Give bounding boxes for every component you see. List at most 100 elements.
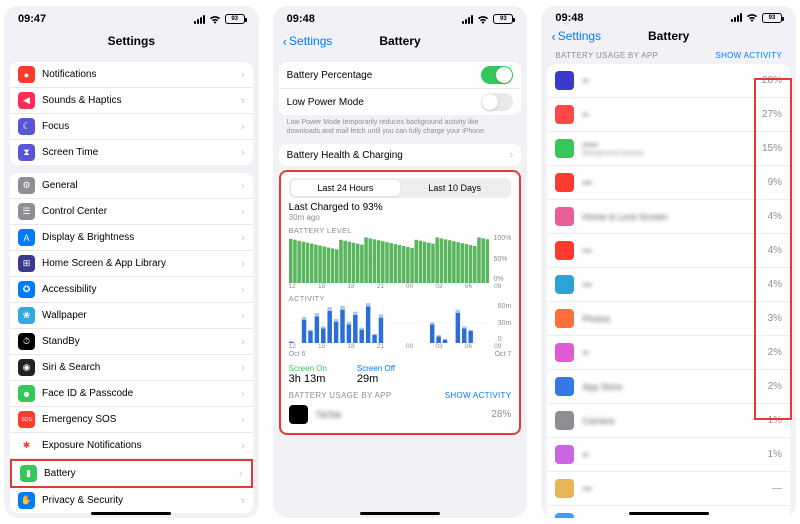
app-percent: 2% (768, 381, 782, 392)
settings-row[interactable]: ✱Exposure Notifications› (10, 433, 253, 459)
screen-off-summary: Screen Off 29m (357, 364, 395, 385)
app-usage-row[interactable]: •••9% (547, 166, 790, 200)
app-percent: 2% (768, 347, 782, 358)
app-icon (555, 479, 574, 498)
app-label: ••• (582, 484, 772, 494)
battery-health-row[interactable]: Battery Health & Charging › (279, 144, 522, 166)
usage-header: BATTERY USAGE BY APP (555, 51, 658, 60)
page-title: Battery (648, 29, 689, 43)
battery-percentage-row[interactable]: Battery Percentage (279, 62, 522, 89)
settings-row[interactable]: SOSEmergency SOS› (10, 407, 253, 433)
chevron-right-icon: › (241, 147, 245, 159)
app-label: ••• (582, 178, 767, 188)
nav-bar: ‹Settings Battery (541, 25, 796, 47)
low-power-row[interactable]: Low Power Mode (279, 89, 522, 115)
chevron-right-icon: › (241, 362, 245, 374)
chevron-right-icon: › (241, 121, 245, 133)
row-icon: ● (18, 66, 35, 83)
back-button[interactable]: ‹Settings (551, 29, 601, 44)
row-icon: ◉ (18, 359, 35, 376)
activity-chart (289, 303, 494, 343)
app-percent: 9% (768, 177, 782, 188)
chevron-right-icon: › (241, 284, 245, 296)
app-percent: — (772, 483, 782, 494)
screen-on-summary: Screen On 3h 13m (289, 364, 327, 385)
app-usage-row[interactable]: App Store2% (547, 370, 790, 404)
nav-bar: Settings (4, 28, 259, 54)
app-usage-row[interactable]: ••2% (547, 336, 790, 370)
app-usage-row[interactable]: TikTok 28% (289, 402, 512, 427)
app-icon (555, 343, 574, 362)
back-button[interactable]: ‹Settings (283, 34, 333, 49)
phone-battery-apps: 09:48 93 ‹Settings Battery BATTERY USAGE… (541, 6, 796, 518)
home-indicator (629, 512, 709, 515)
settings-row[interactable]: ◉Siri & Search› (10, 355, 253, 381)
status-bar: 09:47 93 (4, 6, 259, 28)
app-percent: 15% (762, 143, 782, 154)
app-usage-row[interactable]: Camera1% (547, 404, 790, 438)
app-usage-row[interactable]: Home & Lock Screen4% (547, 200, 790, 234)
chevron-right-icon: › (510, 149, 514, 161)
battery-icon: 93 (493, 14, 513, 24)
show-activity-button[interactable]: SHOW ACTIVITY (715, 51, 782, 60)
row-label: Emergency SOS (42, 414, 237, 425)
app-label: •• (582, 110, 762, 120)
tab-10d[interactable]: Last 10 Days (400, 180, 509, 196)
battery-level-title: BATTERY LEVEL (289, 226, 512, 235)
row-icon: ☻ (18, 385, 35, 402)
chevron-right-icon: › (241, 388, 245, 400)
page-title: Battery (379, 34, 420, 48)
app-usage-row[interactable]: Photos3% (547, 302, 790, 336)
status-bar: 09:48 93 (541, 6, 796, 25)
row-icon: ✋ (18, 492, 35, 509)
row-label: Wallpaper (42, 310, 237, 321)
settings-row[interactable]: ☻ Face ID & Passcode › (10, 381, 253, 407)
chevron-right-icon: › (241, 336, 245, 348)
settings-row[interactable]: ☾Focus› (10, 114, 253, 140)
app-label: •• (582, 76, 762, 86)
settings-row[interactable]: ⏱StandBy› (10, 329, 253, 355)
app-usage-row[interactable]: •••4% (547, 234, 790, 268)
settings-row[interactable]: ✪Accessibility› (10, 277, 253, 303)
app-usage-row[interactable]: ••1% (547, 438, 790, 472)
app-usage-row[interactable]: ••28% (547, 64, 790, 98)
battery-icon: 93 (225, 14, 245, 24)
chevron-right-icon: › (239, 468, 243, 480)
chevron-right-icon: › (241, 69, 245, 81)
app-percent: 4% (768, 245, 782, 256)
chevron-right-icon: › (241, 232, 245, 244)
row-label: Notifications (42, 69, 237, 80)
app-usage-row[interactable]: •••4% (547, 268, 790, 302)
chevron-right-icon: › (241, 440, 245, 452)
app-usage-row[interactable]: •••— (547, 472, 790, 506)
settings-row[interactable]: ADisplay & Brightness› (10, 225, 253, 251)
settings-row[interactable]: ☰Control Center› (10, 199, 253, 225)
settings-row[interactable]: ◀︎Sounds & Haptics› (10, 88, 253, 114)
settings-row[interactable]: ● Notifications › (10, 62, 253, 88)
app-usage-row[interactable]: ••27% (547, 98, 790, 132)
settings-row[interactable]: ▮Battery› (10, 459, 253, 488)
home-indicator (360, 512, 440, 515)
last-charged-sub: 30m ago (289, 213, 512, 222)
settings-row[interactable]: ❀Wallpaper› (10, 303, 253, 329)
phone-settings: 09:47 93 Settings ●Notifications›◀︎Sound… (4, 6, 259, 518)
row-icon: ✱ (18, 437, 35, 454)
low-power-toggle[interactable] (481, 93, 513, 111)
signal-icon (731, 13, 742, 22)
settings-row[interactable]: ⚙General› (10, 173, 253, 199)
settings-row[interactable]: ⧗Screen Time› (10, 140, 253, 165)
app-icon (555, 207, 574, 226)
chevron-left-icon: ‹ (551, 29, 555, 44)
tab-24h[interactable]: Last 24 Hours (291, 180, 400, 196)
row-icon: ⊞ (18, 255, 35, 272)
row-label: Face ID & Passcode (42, 388, 237, 399)
app-label: ••• (582, 246, 767, 256)
battery-percent-toggle[interactable] (481, 66, 513, 84)
settings-row[interactable]: ⊞Home Screen & App Library› (10, 251, 253, 277)
row-label: Screen Time (42, 147, 237, 158)
chevron-right-icon: › (241, 95, 245, 107)
row-label: Control Center (42, 206, 237, 217)
show-activity-button[interactable]: SHOW ACTIVITY (445, 391, 512, 400)
app-usage-row[interactable]: •••••Background Activity15% (547, 132, 790, 166)
settings-row[interactable]: ✋Privacy & Security› (10, 488, 253, 513)
